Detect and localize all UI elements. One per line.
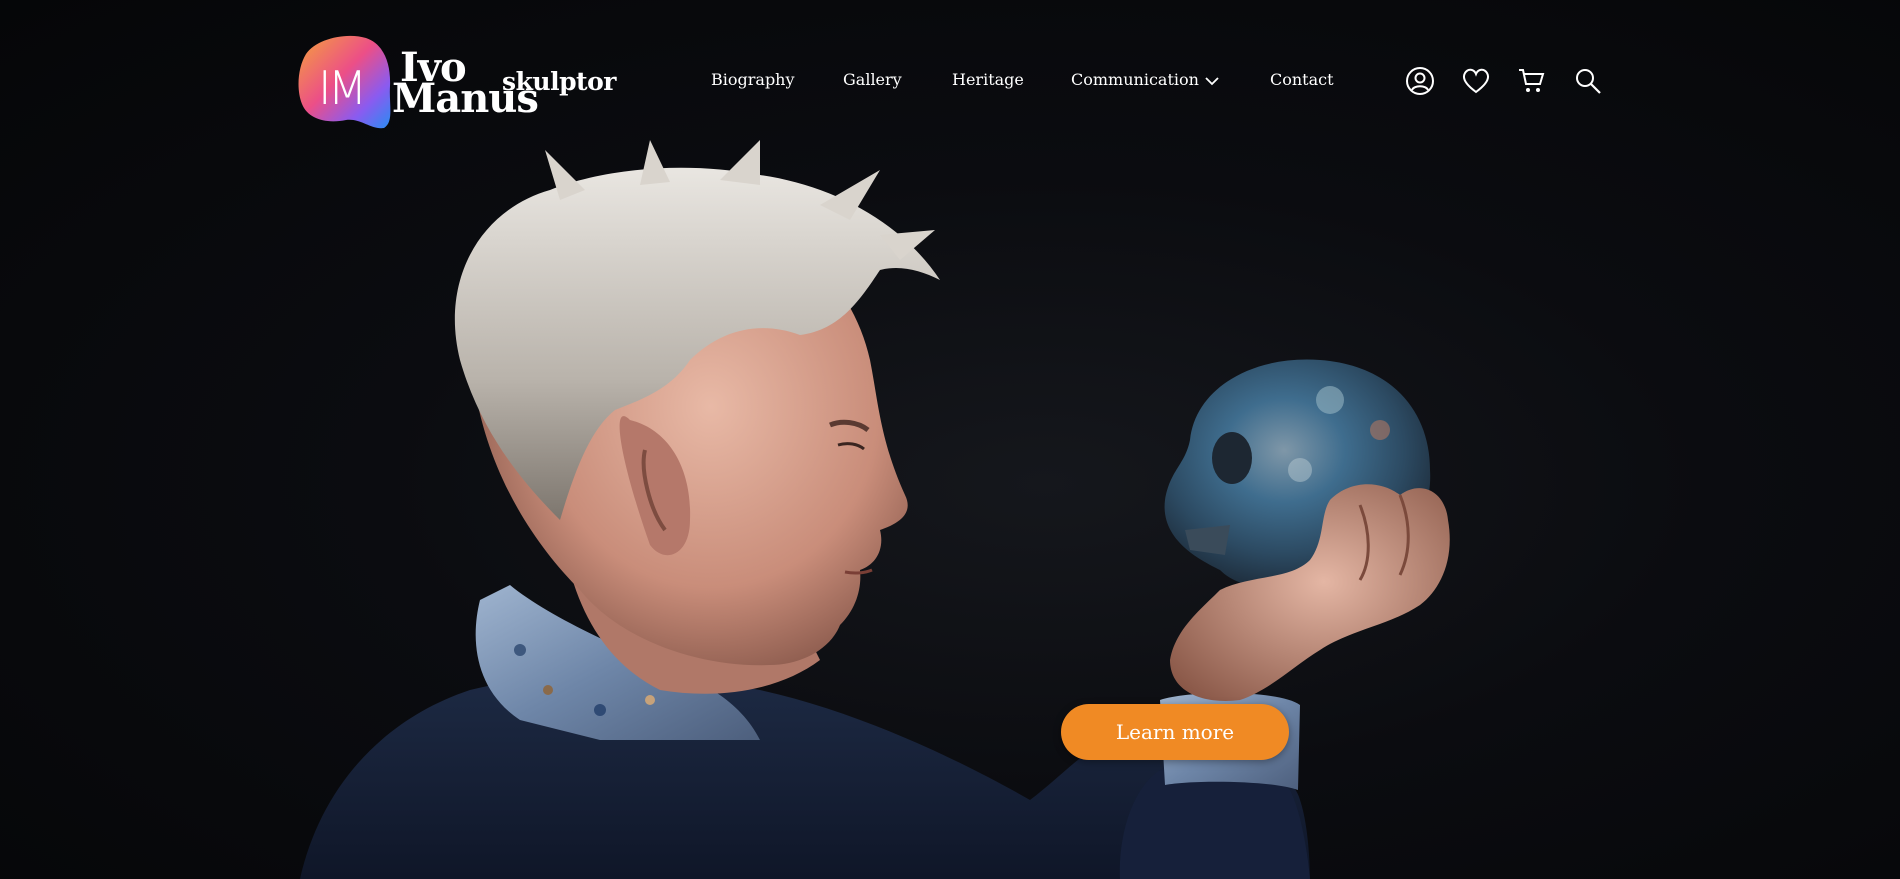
logo-subtitle: skulptor [502,67,616,96]
account-icon[interactable] [1405,66,1435,96]
logo-blob-icon: IM [298,35,391,129]
nav-item-communication[interactable]: Communication [1071,70,1219,90]
heart-icon[interactable] [1461,66,1491,96]
logo-monogram: IM [318,61,363,115]
learn-more-button[interactable]: Learn more [1061,704,1289,760]
nav-item-contact[interactable]: Contact [1270,70,1334,89]
search-icon[interactable] [1573,66,1603,96]
chevron-down-icon [1205,71,1219,90]
nav-item-communication-label: Communication [1071,70,1199,89]
nav-item-gallery[interactable]: Gallery [843,70,902,89]
site-logo[interactable]: IM Ivo Manus skulptor [296,34,616,130]
hero-section: IM Ivo Manus skulptor Biography Gallery … [0,0,1900,879]
cart-icon[interactable] [1517,66,1547,96]
site-header: IM Ivo Manus skulptor Biography Gallery … [0,0,1900,160]
nav-item-biography[interactable]: Biography [711,70,795,89]
nav-item-heritage[interactable]: Heritage [952,70,1024,89]
